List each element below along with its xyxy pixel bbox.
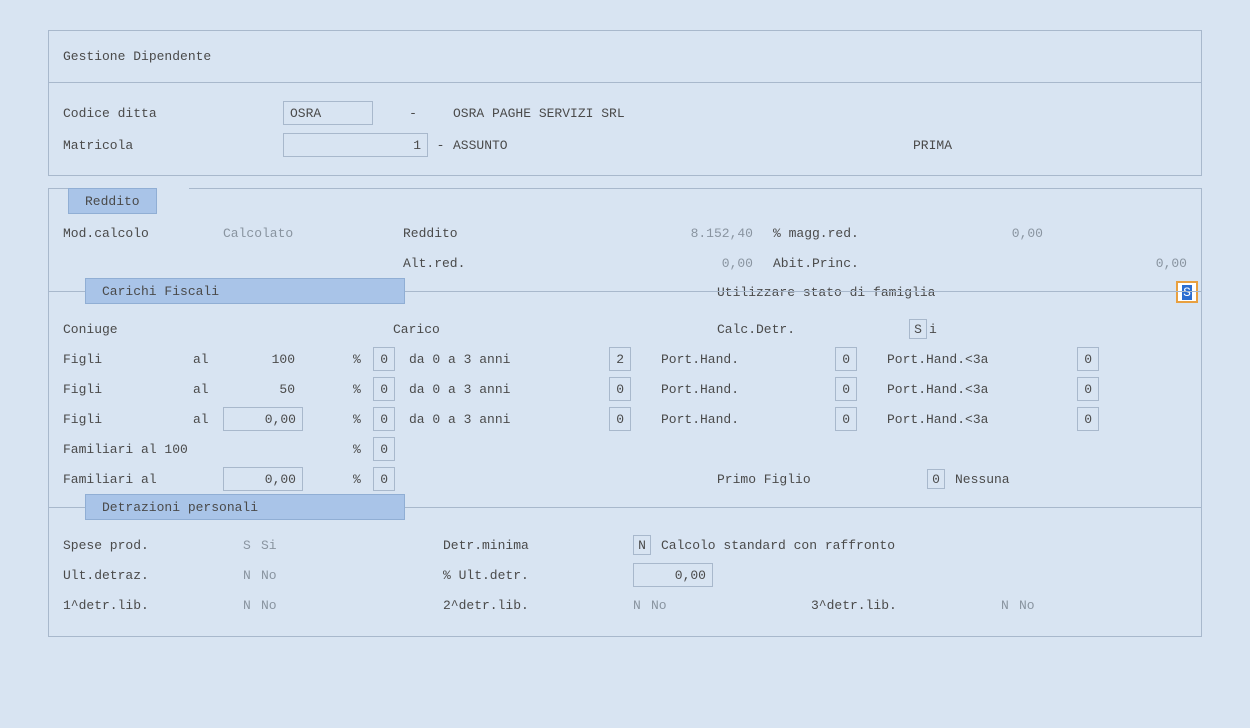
detr-minima-code[interactable]: N (633, 535, 651, 555)
ph-1-label: Port.Hand. (661, 352, 835, 367)
da03-2-input[interactable]: 0 (609, 377, 631, 401)
mod-calcolo-value: Calcolato (223, 226, 403, 241)
pct-sym-2: % (353, 382, 373, 397)
magg-red-value: 0,00 (923, 226, 1043, 241)
matricola-label: Matricola (63, 138, 283, 153)
pct-50-text: 50 (243, 382, 303, 397)
calc-detr-label: Calc.Detr. (717, 322, 909, 337)
ult-detraz-desc: No (261, 568, 443, 583)
figli-50-pct-input[interactable]: 0 (373, 377, 395, 401)
pct-sym-4: % (353, 442, 373, 457)
da03-1-input[interactable]: 2 (609, 347, 631, 371)
codice-ditta-label: Codice ditta (63, 106, 283, 121)
utilizzare-label: Utilizzare stato di famiglia (717, 285, 1177, 300)
d3-label: 3^detr.lib. (811, 598, 1001, 613)
ph3a-2-input[interactable]: 0 (1077, 377, 1099, 401)
d1-code: N (243, 598, 261, 613)
ph-2-input[interactable]: 0 (835, 377, 857, 401)
detr-minima-label: Detr.minima (443, 538, 633, 553)
matricola-desc: ASSUNTO (453, 138, 913, 153)
figli-100-label: Figli (63, 352, 193, 367)
tab-carichi-fiscali[interactable]: Carichi Fiscali (85, 278, 405, 304)
primo-figlio-desc: Nessuna (945, 472, 1010, 487)
ph3a-3-label: Port.Hand.<3a (887, 412, 1077, 427)
ult-detraz-label: Ult.detraz. (63, 568, 243, 583)
utilizzare-input[interactable]: S (1177, 282, 1197, 302)
figli-50-label: Figli (63, 382, 193, 397)
figli-custom-pct-box[interactable]: 0,00 (223, 407, 303, 431)
spese-prod-label: Spese prod. (63, 538, 243, 553)
abit-princ-label: Abit.Princ. (773, 256, 923, 271)
al-custom: al (193, 412, 223, 427)
familiari-al-pct-box[interactable]: 0,00 (223, 467, 303, 491)
familiari-100-label: Familiari al 100 (63, 442, 353, 457)
abit-princ-value: 0,00 (923, 256, 1187, 271)
codice-ditta-desc: OSRA PAGHE SERVIZI SRL (453, 106, 625, 121)
d2-desc: No (651, 598, 811, 613)
pct-100-text: 100 (243, 352, 303, 367)
d2-code: N (633, 598, 651, 613)
ph-3-label: Port.Hand. (661, 412, 835, 427)
ph3a-3-input[interactable]: 0 (1077, 407, 1099, 431)
magg-red-label: % magg.red. (773, 226, 923, 241)
ph3a-2-label: Port.Hand.<3a (887, 382, 1077, 397)
codice-ditta-input[interactable]: OSRA (283, 101, 373, 125)
d1-label: 1^detr.lib. (63, 598, 243, 613)
reddito-label: Reddito (403, 226, 523, 241)
primo-figlio-code[interactable]: 0 (927, 469, 945, 489)
calc-detr-desc: i (927, 322, 937, 337)
alt-red-label: Alt.red. (403, 256, 523, 271)
coniuge-label: Coniuge (63, 322, 393, 337)
spese-prod-desc: Si (261, 538, 443, 553)
header-panel: Gestione Dipendente Codice ditta OSRA - … (48, 30, 1202, 176)
dash-2: - (428, 138, 453, 153)
pct-sym-1: % (353, 352, 373, 367)
ph-1-input[interactable]: 0 (835, 347, 857, 371)
matricola-extra: PRIMA (913, 138, 952, 153)
figli-100-pct-input[interactable]: 0 (373, 347, 395, 371)
da03-1: da 0 a 3 anni (409, 352, 609, 367)
spese-prod-code: S (243, 538, 261, 553)
mod-calcolo-label: Mod.calcolo (63, 226, 223, 241)
d2-label: 2^detr.lib. (443, 598, 633, 613)
tab-detrazioni[interactable]: Detrazioni personali (85, 494, 405, 520)
d3-code: N (1001, 598, 1019, 613)
dash-1: - (373, 106, 453, 121)
familiari-100-input[interactable]: 0 (373, 437, 395, 461)
ph3a-1-label: Port.Hand.<3a (887, 352, 1077, 367)
page-title: Gestione Dipendente (49, 31, 1201, 83)
al-50: al (193, 382, 243, 397)
carico-label: Carico (393, 322, 717, 337)
da03-2: da 0 a 3 anni (409, 382, 609, 397)
ult-detraz-code: N (243, 568, 261, 583)
ph-3-input[interactable]: 0 (835, 407, 857, 431)
pct-ult-detr-label: % Ult.detr. (443, 568, 633, 583)
al-100: al (193, 352, 243, 367)
matricola-input[interactable]: 1 (283, 133, 428, 157)
familiari-al-input[interactable]: 0 (373, 467, 395, 491)
da03-3: da 0 a 3 anni (409, 412, 609, 427)
pct-sym-5: % (353, 472, 373, 487)
ph3a-1-input[interactable]: 0 (1077, 347, 1099, 371)
ph-2-label: Port.Hand. (661, 382, 835, 397)
d1-desc: No (261, 598, 443, 613)
reddito-value: 8.152,40 (523, 226, 773, 241)
alt-red-value: 0,00 (523, 256, 773, 271)
da03-3-input[interactable]: 0 (609, 407, 631, 431)
d3-desc: No (1019, 598, 1035, 613)
calc-detr-code[interactable]: S (909, 319, 927, 339)
familiari-al-label: Familiari al (63, 472, 223, 487)
figli-custom-label: Figli (63, 412, 193, 427)
figli-custom-pct-input[interactable]: 0 (373, 407, 395, 431)
main-tab-container: Reddito Mod.calcolo Calcolato Reddito 8.… (48, 188, 1202, 637)
pct-ult-detr-input[interactable]: 0,00 (633, 563, 713, 587)
primo-figlio-label: Primo Figlio (717, 472, 927, 487)
pct-sym-3: % (353, 412, 373, 427)
detr-minima-desc: Calcolo standard con raffronto (651, 538, 895, 553)
tab-reddito[interactable]: Reddito (68, 188, 157, 214)
